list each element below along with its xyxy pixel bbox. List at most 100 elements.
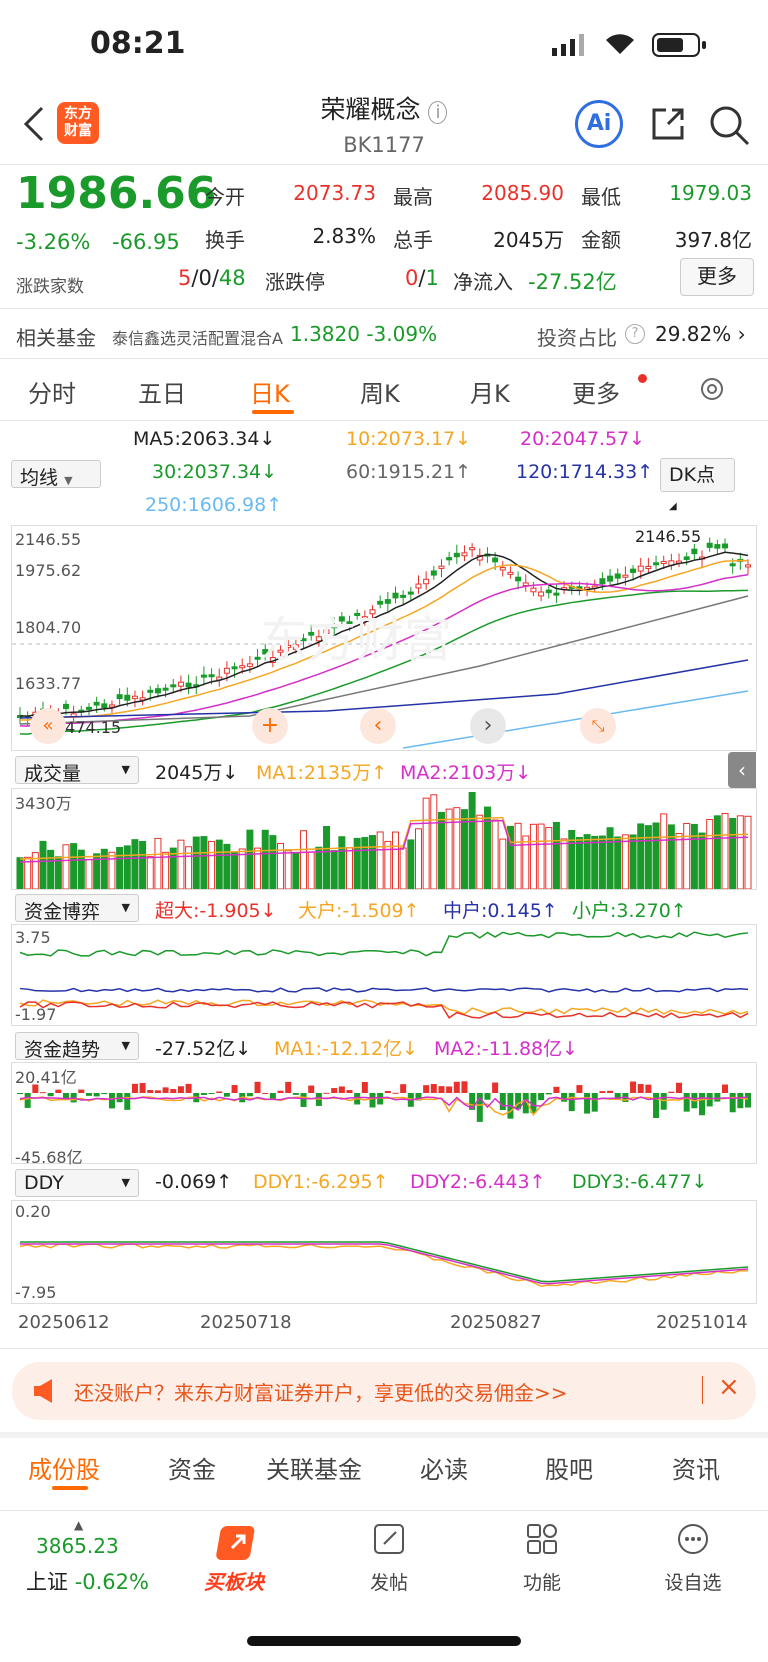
volume-bar	[269, 835, 277, 890]
high-value: 2085.90	[481, 181, 564, 205]
tab-month-k[interactable]: 月K	[470, 374, 510, 409]
candle	[400, 594, 407, 598]
tab-week-k[interactable]: 周K	[360, 374, 400, 409]
help-icon[interactable]: ?	[625, 324, 645, 344]
tab-linked-funds[interactable]: 关联基金	[266, 1450, 362, 1485]
tab-fenshi[interactable]: 分时	[28, 374, 76, 409]
bottom-tab-indicator	[52, 1486, 88, 1490]
candle	[170, 684, 177, 688]
volume-bar	[123, 845, 131, 890]
volume-bar	[62, 844, 70, 890]
fund-game-chart[interactable]	[11, 924, 757, 1026]
trend-bar	[676, 1082, 683, 1093]
ai-button[interactable]: Ai	[575, 100, 623, 148]
ddy-chart[interactable]	[11, 1200, 757, 1304]
index-info[interactable]: 上证 -0.62%	[26, 1566, 149, 1596]
volume-bar	[629, 834, 637, 890]
volume-bar	[430, 794, 438, 890]
candle	[93, 701, 100, 706]
candle	[729, 563, 736, 567]
volume-chart[interactable]	[11, 788, 757, 890]
zoom-in-icon[interactable]: +	[252, 708, 288, 744]
tab-five-day[interactable]: 五日	[138, 374, 186, 409]
change-value: -66.95	[112, 230, 180, 254]
large-holder-line	[19, 999, 749, 1015]
trend-bar	[17, 1093, 23, 1094]
trend-bar	[308, 1085, 315, 1093]
volume-bar	[108, 851, 116, 890]
function-icon[interactable]	[525, 1522, 559, 1560]
volume-bar	[598, 835, 606, 890]
volume-bar	[300, 830, 308, 890]
candle	[423, 578, 430, 585]
prev-icon[interactable]: ‹	[360, 708, 396, 744]
watchlist-icon[interactable]	[676, 1522, 710, 1560]
volume-bar	[744, 815, 752, 890]
tab-capital[interactable]: 资金	[168, 1450, 216, 1485]
small-holder-line	[19, 931, 749, 957]
tab-must-read[interactable]: 必读	[420, 1450, 468, 1485]
promo-banner[interactable]: 还没账户？来东方财富证券开户，享更低的交易佣金>> ×	[12, 1362, 756, 1420]
tab-day-k[interactable]: 日K	[250, 374, 290, 409]
trend-bar	[93, 1093, 100, 1097]
fund-trend-chart[interactable]	[11, 1062, 757, 1164]
tab-forum[interactable]: 股吧	[545, 1450, 593, 1485]
ddy-selector[interactable]: DDY ▼	[15, 1169, 139, 1197]
candle	[239, 665, 246, 669]
buy-board-label[interactable]: 买板块	[204, 1566, 264, 1595]
volume-selector[interactable]: 成交量 ▼	[15, 756, 139, 785]
expand-icon[interactable]: ⤡	[580, 708, 616, 744]
watermark: 东方财富	[260, 612, 453, 668]
trend-bar	[438, 1086, 445, 1093]
volume-bar	[376, 831, 384, 890]
function-label[interactable]: 功能	[513, 1568, 571, 1595]
settings-icon[interactable]	[697, 374, 727, 408]
volume-bar	[146, 856, 154, 890]
wifi-icon	[602, 30, 638, 60]
volume-bar	[47, 849, 55, 890]
open-value: 2073.73	[293, 181, 376, 205]
volume-bar	[384, 840, 392, 890]
game-super: 超大:-1.905↓	[155, 900, 277, 922]
ddy2: DDY2:-6.443↑	[410, 1171, 546, 1193]
tab-constituents[interactable]: 成份股	[28, 1450, 100, 1485]
side-panel-toggle-icon[interactable]: ‹	[728, 752, 756, 788]
close-icon[interactable]: ×	[718, 1372, 740, 1402]
more-button[interactable]: 更多	[680, 258, 754, 296]
trend-bar	[699, 1093, 706, 1116]
kline-y3: 1804.70	[15, 618, 82, 637]
index-value[interactable]: 3865.23	[36, 1534, 119, 1558]
search-icon[interactable]	[708, 104, 752, 152]
buy-board-icon[interactable]	[216, 1522, 262, 1568]
next-icon[interactable]: ›	[470, 708, 506, 744]
watchlist-label[interactable]: 设自选	[656, 1568, 730, 1595]
volume-bar	[70, 843, 78, 890]
volume-bar	[537, 823, 545, 890]
low-label: 最低	[581, 185, 621, 209]
trend-bar	[722, 1084, 729, 1093]
amount-label: 金额	[581, 228, 621, 252]
tab-more[interactable]: 更多	[572, 374, 620, 409]
fund-name[interactable]: 泰信鑫选灵活配置混合A	[112, 325, 283, 349]
trend-bar	[561, 1093, 568, 1102]
fund-ratio[interactable]: 29.82% ›	[655, 322, 746, 346]
ddy3: DDY3:-6.477↓	[572, 1171, 708, 1193]
candle	[124, 694, 131, 701]
trend-bar	[78, 1089, 85, 1093]
share-icon[interactable]	[648, 104, 688, 148]
tab-news[interactable]: 资讯	[672, 1450, 720, 1485]
ma-selector[interactable]: 均线 ▼	[11, 460, 101, 489]
date-3: 20250827	[450, 1312, 542, 1333]
trend-bar	[154, 1090, 161, 1093]
collapse-icon[interactable]: «	[30, 708, 66, 744]
post-label[interactable]: 发帖	[360, 1568, 418, 1595]
dk-point-button[interactable]: DK点 ◢	[660, 458, 735, 512]
fund-trend-selector[interactable]: 资金趋势 ▼	[15, 1032, 139, 1061]
volume-value: 2045万↓	[155, 762, 239, 784]
volume-bar	[491, 819, 499, 890]
volume-bar	[323, 826, 331, 890]
volume-bar	[698, 832, 706, 890]
candle	[714, 544, 721, 549]
fund-game-selector[interactable]: 资金博弈 ▼	[15, 894, 139, 923]
post-icon[interactable]	[372, 1522, 406, 1560]
